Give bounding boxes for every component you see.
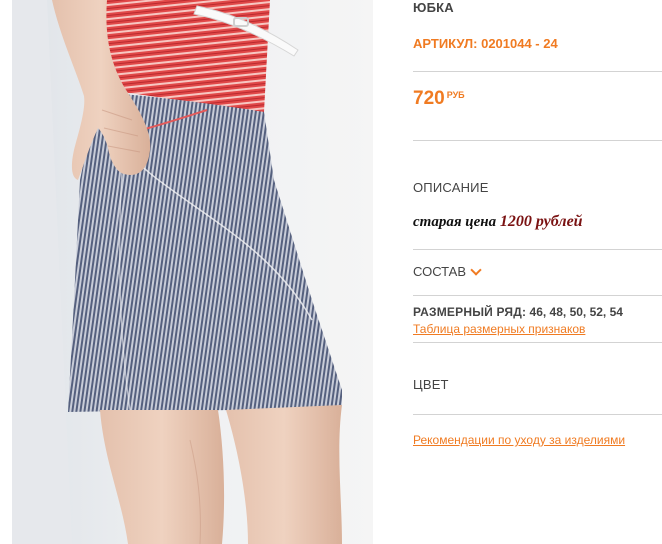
divider bbox=[413, 414, 662, 415]
size-range-values: 46, 48, 50, 52, 54 bbox=[529, 305, 623, 319]
divider bbox=[413, 71, 662, 72]
old-price-note: старая цена 1200 рублей bbox=[413, 213, 583, 231]
divider bbox=[413, 249, 662, 250]
divider bbox=[413, 140, 662, 141]
color-heading: ЦВЕТ bbox=[413, 377, 449, 392]
care-recommendations-link[interactable]: Рекомендации по уходу за изделиями bbox=[413, 433, 625, 447]
chevron-down-icon bbox=[470, 263, 482, 276]
size-range: РАЗМЕРНЫЙ РЯД: 46, 48, 50, 52, 54 bbox=[413, 305, 623, 319]
product-info-panel: ЮБКА АРТИКУЛ: 0201044 - 24 720 РУБ ОПИСАН… bbox=[413, 0, 662, 544]
size-table-link[interactable]: Таблица размерных признаков bbox=[413, 322, 585, 336]
old-price-value: 1200 рублей bbox=[499, 213, 583, 230]
price-amount: 720 bbox=[413, 88, 445, 109]
product-page: ЮБКА АРТИКУЛ: 0201044 - 24 720 РУБ ОПИСАН… bbox=[0, 0, 662, 544]
divider bbox=[413, 342, 662, 343]
divider bbox=[413, 295, 662, 296]
composition-toggle[interactable]: СОСТАВ bbox=[413, 263, 482, 279]
description-heading: ОПИСАНИЕ bbox=[413, 180, 489, 195]
old-price-text: старая цена bbox=[413, 214, 497, 230]
price-currency: РУБ bbox=[446, 90, 465, 100]
product-price: 720 РУБ bbox=[413, 88, 465, 110]
composition-label: СОСТАВ bbox=[413, 264, 467, 279]
size-range-label: РАЗМЕРНЫЙ РЯД: bbox=[413, 305, 527, 319]
product-sku: АРТИКУЛ: 0201044 - 24 bbox=[413, 36, 558, 51]
product-photo[interactable] bbox=[12, 0, 373, 544]
product-title: ЮБКА bbox=[413, 0, 454, 15]
